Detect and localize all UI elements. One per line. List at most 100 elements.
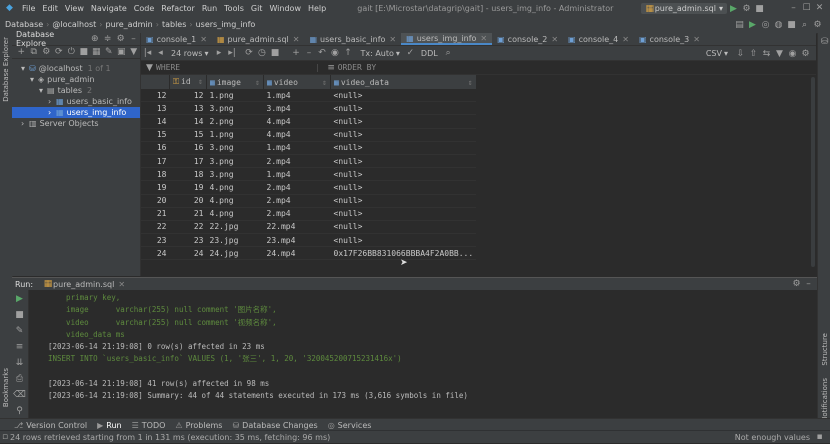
menu-item-code[interactable]: Code	[134, 4, 154, 13]
table-cell[interactable]: 15	[169, 128, 207, 142]
table-cell[interactable]: 1.png	[206, 128, 264, 142]
table-row[interactable]: 24 24 24.jpg 24.mp4 0x17F26BB831066BBBA4F2A0…	[141, 246, 477, 261]
stop-gray-icon[interactable]: ■	[785, 18, 798, 31]
table-row[interactable]: 21 21 4.png 2.mp4 <null>	[141, 207, 477, 221]
tab-console-3[interactable]: ▣ console_3 ✕	[634, 33, 705, 45]
structure-tool-button[interactable]: Structure	[821, 333, 829, 366]
close-tab-icon[interactable]: ✕	[622, 35, 629, 44]
table-cell[interactable]: 3.png	[206, 167, 264, 182]
tab-console-1[interactable]: ▣ console_1 ✕	[141, 33, 212, 45]
print-icon[interactable]: ⎙	[13, 372, 26, 385]
bottom-tab-problems[interactable]: ⚠ Problems	[175, 421, 222, 430]
database-explorer-tool-button[interactable]: Database Explorer	[2, 37, 10, 102]
table-row[interactable]: 14 14 2.png 4.mp4 <null>	[141, 114, 477, 129]
filter-results-icon[interactable]: ▼	[773, 47, 786, 60]
submit-icon[interactable]: ↑	[341, 47, 354, 60]
edit-icon[interactable]: ✎	[103, 46, 116, 59]
filter-icon[interactable]: ▼	[128, 46, 141, 59]
table-cell[interactable]: 12	[169, 89, 207, 103]
bottom-tab-todo[interactable]: ☰ TODO	[132, 421, 166, 430]
sort-arrows-icon[interactable]: ⇕	[322, 78, 327, 87]
close-tab-icon[interactable]: ✕	[293, 35, 300, 44]
table-cell[interactable]: 22.mp4	[263, 220, 331, 235]
notifications-tool-button[interactable]: Notifications	[821, 378, 829, 422]
run-config-icon[interactable]: ▤	[733, 18, 746, 31]
menu-item-help[interactable]: Help	[308, 4, 326, 13]
settings-gear-icon[interactable]: ⚙	[114, 33, 127, 46]
ddl-button[interactable]: DDL	[421, 49, 438, 58]
commit-icon[interactable]: ✓	[404, 47, 417, 60]
breadcrumb-item[interactable]: tables	[162, 20, 186, 29]
table-cell[interactable]: 3.mp4	[263, 101, 331, 116]
tree-item[interactable]: › ▦ users_img_info	[12, 107, 140, 118]
tx-mode-select[interactable]: Tx: Auto ▾	[360, 49, 399, 58]
bottom-tab-database-changes[interactable]: ⛁ Database Changes	[232, 421, 317, 430]
menu-item-refactor[interactable]: Refactor	[161, 4, 195, 13]
bottom-tab-services[interactable]: ◎ Services	[328, 421, 372, 430]
minimize-icon[interactable]: –	[787, 1, 800, 14]
tree-item[interactable]: ▾ ⛁ @localhost 1 of 1	[12, 63, 140, 74]
menu-item-navigate[interactable]: Navigate	[91, 4, 127, 13]
close-tab-icon[interactable]: ✕	[200, 35, 207, 44]
bottom-tab-run[interactable]: ▶ Run	[97, 421, 122, 430]
prev-page-icon[interactable]: ◂	[154, 47, 167, 60]
bottom-tab-version-control[interactable]: ⎇ Version Control	[14, 421, 87, 430]
table-cell[interactable]: 13	[169, 101, 207, 116]
table-cell[interactable]: 24	[169, 246, 207, 261]
table-cell[interactable]: 21	[169, 207, 207, 221]
column-header-image[interactable]: ▦ image ⇕	[206, 75, 264, 89]
stop-square-icon[interactable]: ■	[78, 46, 91, 59]
table-cell[interactable]: 1.mp4	[263, 89, 331, 103]
menu-item-view[interactable]: View	[65, 4, 84, 13]
coverage-icon[interactable]: ◎	[759, 18, 772, 31]
menu-item-file[interactable]: File	[22, 4, 35, 13]
tree-item[interactable]: ▾ ◈ pure_admin	[12, 74, 140, 85]
target-icon[interactable]: ⊕	[88, 33, 101, 46]
preview-icon[interactable]: ◉	[328, 47, 341, 60]
maximize-icon[interactable]: ☐	[800, 1, 813, 14]
scroll-end-icon[interactable]: ⇊	[13, 356, 26, 369]
next-page-icon[interactable]: ▸	[212, 47, 225, 60]
sort-arrows-icon[interactable]: ⇕	[198, 77, 203, 86]
export-format-select[interactable]: CSV ▾	[706, 49, 728, 58]
profile-icon[interactable]: ◍	[772, 18, 785, 31]
breadcrumb-item[interactable]: pure_admin	[106, 20, 153, 29]
column-header-video[interactable]: ▦ video ⇕	[263, 75, 331, 89]
grid-settings-icon[interactable]: ⚙	[799, 47, 812, 60]
table-row[interactable]: 20 20 4.png 2.mp4 <null>	[141, 194, 477, 208]
table-cell[interactable]: 4.png	[206, 207, 264, 221]
table-row[interactable]: 23 23 23.jpg 23.mp4 <null>	[141, 233, 477, 248]
search-icon[interactable]: ⌕	[442, 47, 455, 60]
close-tab-icon[interactable]: ✕	[551, 35, 558, 44]
table-icon[interactable]: ▦	[90, 46, 103, 59]
table-cell[interactable]: <null>	[330, 154, 477, 169]
table-row[interactable]: 16 16 3.png 1.mp4 <null>	[141, 141, 477, 155]
table-cell[interactable]: 4.mp4	[263, 114, 331, 129]
breadcrumb-item[interactable]: @localhost	[52, 20, 96, 29]
run-tab[interactable]: ▦ pure_admin.sql ✕	[43, 278, 125, 291]
tab-users-basic-info[interactable]: ▦ users_basic_info ✕	[304, 33, 401, 45]
clear-icon[interactable]: ⌫	[13, 388, 26, 401]
tree-item[interactable]: › ▦ users_basic_info	[12, 96, 140, 107]
table-cell[interactable]: <null>	[330, 233, 477, 248]
chevron-right-icon[interactable]: ›	[48, 97, 56, 106]
table-cell[interactable]: <null>	[330, 207, 477, 221]
add-row-icon[interactable]: +	[289, 47, 302, 60]
table-cell[interactable]: <null>	[330, 89, 477, 103]
table-cell[interactable]: 4.png	[206, 194, 264, 208]
menu-item-window[interactable]: Window	[269, 4, 301, 13]
table-cell[interactable]: 23.jpg	[206, 233, 264, 248]
sort-arrows-icon[interactable]: ⇕	[255, 78, 260, 87]
chevron-down-icon[interactable]: ▾	[39, 86, 47, 95]
table-cell[interactable]: <null>	[330, 128, 477, 142]
stop-icon[interactable]: ■	[753, 2, 766, 15]
where-filter-input[interactable]: WHERE	[156, 63, 316, 72]
run-config-select[interactable]: ▦ pure_admin.sql ▾	[640, 3, 727, 14]
table-cell[interactable]: <null>	[330, 101, 477, 116]
table-cell[interactable]: <null>	[330, 167, 477, 182]
settings-icon[interactable]: ⚙	[811, 18, 824, 31]
revert-icon[interactable]: ↶	[315, 47, 328, 60]
table-cell[interactable]: 18	[169, 167, 207, 182]
tree-item[interactable]: › ▥ Server Objects	[12, 118, 140, 129]
tab-users-img-info[interactable]: ▦ users_img_info ✕	[401, 33, 493, 45]
